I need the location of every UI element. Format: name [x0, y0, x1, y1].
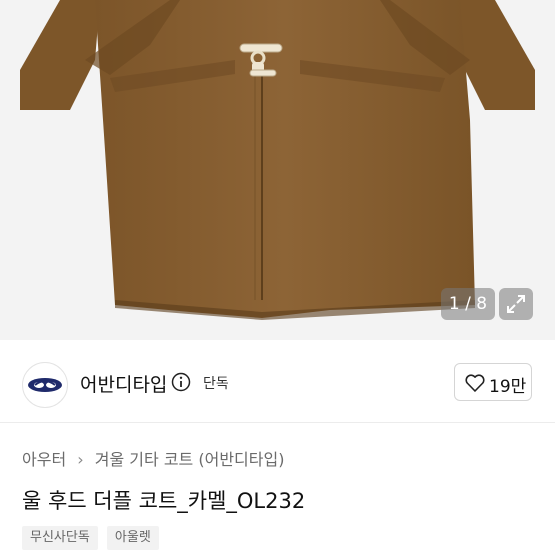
chevron-right-icon: ›: [77, 450, 84, 469]
brand-name[interactable]: 어반디타입: [80, 370, 167, 397]
heart-icon: [465, 374, 485, 392]
product-image[interactable]: 1 / 8: [0, 0, 555, 340]
exclusive-badge: 단독: [203, 376, 229, 392]
breadcrumb-item[interactable]: 겨울 기타 코트: [95, 450, 194, 469]
divider: [0, 422, 555, 423]
brand-logo-icon: [28, 378, 62, 392]
breadcrumb-item[interactable]: (어반디타입): [198, 450, 284, 469]
expand-button[interactable]: [499, 288, 533, 320]
breadcrumb: 아우터 › 겨울 기타 코트 (어반디타입): [22, 446, 284, 470]
tag: 아울렛: [106, 526, 159, 550]
tag-list: 무신사단독 아울렛: [22, 526, 163, 550]
like-button[interactable]: 19만: [454, 363, 532, 401]
info-icon[interactable]: [171, 372, 191, 392]
expand-icon: [507, 295, 525, 313]
like-count: 19만: [489, 377, 527, 397]
brand-logo[interactable]: [22, 362, 68, 408]
image-counter: 1 / 8: [441, 288, 495, 320]
breadcrumb-item[interactable]: 아우터: [22, 450, 66, 469]
tag: 무신사단독: [22, 526, 98, 550]
product-title: 울 후드 더플 코트_카멜_OL232: [22, 489, 306, 513]
brand-row: 어반디타입 단독 19만: [0, 340, 555, 422]
